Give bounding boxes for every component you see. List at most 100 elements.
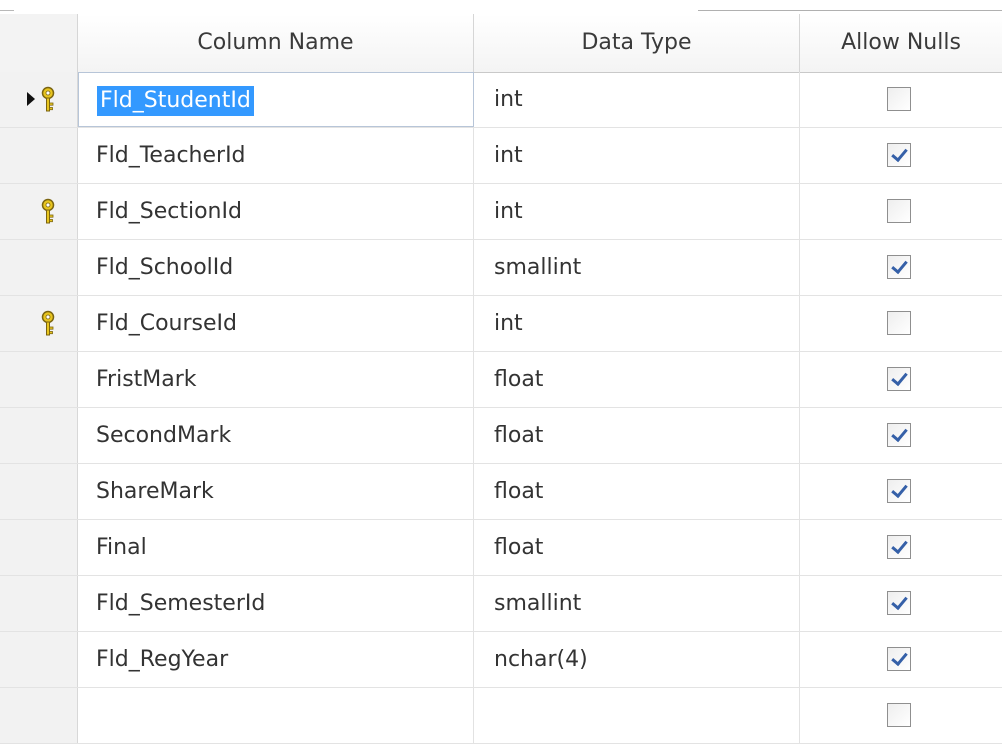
- allow-nulls-checkbox[interactable]: [887, 311, 911, 335]
- table-row[interactable]: FristMark float: [0, 352, 1002, 408]
- data-type-header[interactable]: Data Type: [474, 14, 800, 72]
- allow-nulls-cell: [800, 240, 1002, 295]
- row-selector[interactable]: [0, 184, 78, 239]
- row-selector[interactable]: [0, 408, 78, 463]
- data-type-cell[interactable]: int: [474, 184, 800, 239]
- row-selector-header[interactable]: [0, 14, 78, 72]
- allow-nulls-cell: [800, 520, 1002, 575]
- row-selector[interactable]: [0, 688, 78, 743]
- primary-key-icon: [40, 198, 56, 226]
- data-type-text: float: [494, 479, 544, 504]
- allow-nulls-checkbox[interactable]: [887, 143, 911, 167]
- allow-nulls-cell: [800, 576, 1002, 631]
- data-type-text: int: [494, 87, 523, 112]
- data-type-text: float: [494, 535, 544, 560]
- row-selector[interactable]: [0, 576, 78, 631]
- column-name-text: Fld_SchoolId: [96, 255, 234, 280]
- allow-nulls-cell: [800, 184, 1002, 239]
- table-row[interactable]: ShareMark float: [0, 464, 1002, 520]
- data-type-cell[interactable]: float: [474, 352, 800, 407]
- data-type-text: smallint: [494, 591, 582, 616]
- top-strip: [0, 0, 1002, 14]
- column-name-text: ShareMark: [96, 479, 214, 504]
- table-row[interactable]: Fld_SectionId int: [0, 184, 1002, 240]
- data-type-cell[interactable]: float: [474, 408, 800, 463]
- column-name-cell[interactable]: Fld_StudentId: [78, 72, 474, 127]
- column-name-cell[interactable]: Fld_SectionId: [78, 184, 474, 239]
- allow-nulls-checkbox[interactable]: [887, 703, 911, 727]
- data-type-cell[interactable]: smallint: [474, 240, 800, 295]
- column-name-cell[interactable]: Fld_SemesterId: [78, 576, 474, 631]
- data-type-cell[interactable]: smallint: [474, 576, 800, 631]
- table-row[interactable]: Fld_TeacherId int: [0, 128, 1002, 184]
- primary-key-icon: [40, 86, 56, 114]
- table-row[interactable]: Fld_SemesterId smallint: [0, 576, 1002, 632]
- table-row[interactable]: Fld_RegYear nchar(4): [0, 632, 1002, 688]
- row-selector[interactable]: [0, 72, 78, 127]
- column-name-text: Fld_TeacherId: [96, 143, 246, 168]
- table-row[interactable]: Fld_CourseId int: [0, 296, 1002, 352]
- data-type-text: float: [494, 367, 544, 392]
- column-name-header[interactable]: Column Name: [78, 14, 474, 72]
- table-row[interactable]: [0, 688, 1002, 744]
- data-type-cell[interactable]: nchar(4): [474, 632, 800, 687]
- column-name-text: Fld_CourseId: [96, 311, 237, 336]
- column-name-text: Fld_SemesterId: [96, 591, 266, 616]
- column-name-text: SecondMark: [96, 423, 232, 448]
- allow-nulls-cell: [800, 296, 1002, 351]
- allow-nulls-checkbox[interactable]: [887, 423, 911, 447]
- column-name-cell[interactable]: ShareMark: [78, 464, 474, 519]
- current-row-arrow-icon: [27, 92, 35, 106]
- primary-key-icon: [40, 310, 56, 338]
- allow-nulls-checkbox[interactable]: [887, 479, 911, 503]
- column-name-cell[interactable]: FristMark: [78, 352, 474, 407]
- data-type-text: int: [494, 143, 523, 168]
- data-type-text: float: [494, 423, 544, 448]
- table-row[interactable]: SecondMark float: [0, 408, 1002, 464]
- column-name-cell[interactable]: Final: [78, 520, 474, 575]
- data-type-cell[interactable]: [474, 688, 800, 743]
- allow-nulls-cell: [800, 128, 1002, 183]
- data-type-cell[interactable]: int: [474, 296, 800, 351]
- allow-nulls-checkbox[interactable]: [887, 591, 911, 615]
- top-tick-divider: [0, 10, 14, 11]
- allow-nulls-checkbox[interactable]: [887, 87, 911, 111]
- column-name-text: FristMark: [96, 367, 197, 392]
- allow-nulls-cell: [800, 464, 1002, 519]
- table-row[interactable]: Fld_StudentId int: [0, 72, 1002, 128]
- data-type-cell[interactable]: float: [474, 520, 800, 575]
- allow-nulls-checkbox[interactable]: [887, 367, 911, 391]
- data-type-cell[interactable]: int: [474, 128, 800, 183]
- allow-nulls-checkbox[interactable]: [887, 255, 911, 279]
- data-type-cell[interactable]: float: [474, 464, 800, 519]
- table-designer-grid: Column Name Data Type Allow Nulls Fld_St…: [0, 0, 1002, 751]
- allow-nulls-cell: [800, 352, 1002, 407]
- column-name-cell[interactable]: Fld_SchoolId: [78, 240, 474, 295]
- row-selector[interactable]: [0, 632, 78, 687]
- row-selector[interactable]: [0, 128, 78, 183]
- allow-nulls-cell: [800, 408, 1002, 463]
- column-name-cell[interactable]: [78, 688, 474, 743]
- allow-nulls-checkbox[interactable]: [887, 535, 911, 559]
- row-selector[interactable]: [0, 520, 78, 575]
- table-row[interactable]: Fld_SchoolId smallint: [0, 240, 1002, 296]
- data-type-cell[interactable]: int: [474, 72, 800, 127]
- data-type-text: int: [494, 311, 523, 336]
- column-name-cell[interactable]: Fld_RegYear: [78, 632, 474, 687]
- allow-nulls-checkbox[interactable]: [887, 199, 911, 223]
- column-name-cell[interactable]: SecondMark: [78, 408, 474, 463]
- row-selector[interactable]: [0, 296, 78, 351]
- allow-nulls-header[interactable]: Allow Nulls: [800, 14, 1002, 72]
- column-name-cell[interactable]: Fld_TeacherId: [78, 128, 474, 183]
- row-selector[interactable]: [0, 352, 78, 407]
- data-type-text: int: [494, 199, 523, 224]
- column-name-cell[interactable]: Fld_CourseId: [78, 296, 474, 351]
- column-name-text: Fld_StudentId: [97, 86, 254, 116]
- row-selector[interactable]: [0, 464, 78, 519]
- data-type-text: smallint: [494, 255, 582, 280]
- row-selector[interactable]: [0, 240, 78, 295]
- table-row[interactable]: Final float: [0, 520, 1002, 576]
- allow-nulls-cell: [800, 632, 1002, 687]
- column-name-text: Fld_RegYear: [96, 647, 229, 672]
- allow-nulls-checkbox[interactable]: [887, 647, 911, 671]
